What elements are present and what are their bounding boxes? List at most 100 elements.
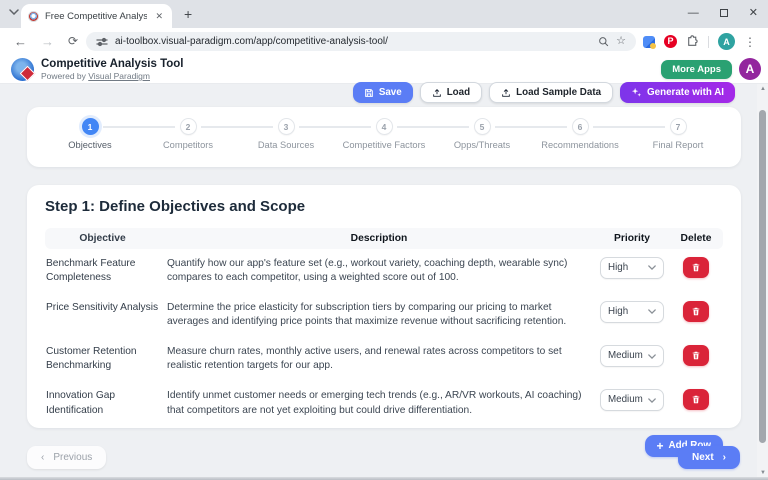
chevron-down-icon xyxy=(648,398,656,403)
pinterest-extension-icon[interactable]: P xyxy=(664,35,677,48)
column-header-description: Description xyxy=(163,228,595,249)
priority-value: High xyxy=(608,261,628,275)
plus-icon: + xyxy=(657,440,664,452)
step-label: Recommendations xyxy=(531,140,629,150)
browser-address-bar: ← → ⟳ ai-toolbox.visual-paradigm.com/app… xyxy=(0,28,768,55)
extensions-area: P A ⋮ xyxy=(643,32,756,51)
tab-search-chevron-icon[interactable] xyxy=(9,9,19,15)
url-text: ai-toolbox.visual-paradigm.com/app/compe… xyxy=(115,36,388,47)
browser-tab[interactable]: Free Competitive Analysis Tool | ✕ xyxy=(21,4,172,28)
bookmark-star-icon[interactable]: ☆ xyxy=(616,36,626,47)
next-button[interactable]: Next › xyxy=(678,446,740,469)
objective-cell: Innovation Gap Identification xyxy=(45,381,163,425)
objectives-table: Objective Description Priority Delete Be… xyxy=(45,228,723,426)
load-label: Load xyxy=(447,87,470,98)
delete-row-button[interactable] xyxy=(683,389,709,410)
scrollbar-up-arrow[interactable]: ▲ xyxy=(760,86,766,92)
scrollbar-down-arrow[interactable]: ▼ xyxy=(760,470,766,476)
priority-select[interactable]: High xyxy=(600,301,664,323)
load-sample-data-label: Load Sample Data xyxy=(516,87,601,98)
column-header-delete: Delete xyxy=(669,228,723,249)
description-cell: Quantify how our app's feature set (e.g.… xyxy=(163,249,595,293)
tab-favicon-icon xyxy=(28,11,39,22)
browser-profile-avatar[interactable]: A xyxy=(718,33,735,50)
tab-close-icon[interactable]: ✕ xyxy=(153,11,165,22)
stepper-step-competitors[interactable]: 2Competitors xyxy=(139,118,237,150)
stepper-step-data-sources[interactable]: 3Data Sources xyxy=(237,118,335,150)
site-settings-icon[interactable] xyxy=(96,37,108,47)
chevron-down-icon xyxy=(648,354,656,359)
app-header: Competitive Analysis Tool Powered by Vis… xyxy=(0,55,768,84)
step-label: Data Sources xyxy=(237,140,335,150)
objective-cell: Benchmark Feature Completeness xyxy=(45,249,163,293)
refresh-icon[interactable]: ⟳ xyxy=(68,34,78,48)
stepper-step-final-report[interactable]: 7 Final Report xyxy=(629,118,727,150)
window-controls: — ✕ xyxy=(688,4,758,22)
generate-with-ai-label: Generate with AI xyxy=(647,87,724,98)
load-button[interactable]: Load xyxy=(420,82,482,103)
priority-cell: High xyxy=(595,293,669,337)
chevron-right-icon: › xyxy=(723,452,726,463)
extensions-puzzle-icon[interactable] xyxy=(686,35,699,48)
table-row: Price Sensitivity AnalysisDetermine the … xyxy=(45,293,723,337)
stepper-step-objectives[interactable]: 1 Objectives xyxy=(41,118,139,150)
delete-cell xyxy=(669,381,723,425)
priority-value: Medium xyxy=(608,393,643,407)
step-label: Opps/Threats xyxy=(433,140,531,150)
forward-icon[interactable]: → xyxy=(41,34,54,49)
step-label: Final Report xyxy=(629,140,727,150)
priority-select[interactable]: High xyxy=(600,257,664,279)
window-maximize-button[interactable] xyxy=(720,9,728,17)
stepper-step-recommendations[interactable]: 6 Recommendations xyxy=(531,118,629,150)
upload-icon xyxy=(501,88,511,98)
window-close-button[interactable]: ✕ xyxy=(749,4,758,22)
stepper: 1 Objectives2Competitors3Data Sources4Com… xyxy=(41,118,727,150)
user-avatar[interactable]: A xyxy=(739,58,761,80)
url-bar[interactable]: ai-toolbox.visual-paradigm.com/app/compe… xyxy=(86,32,636,51)
trash-icon xyxy=(691,394,701,405)
priority-value: Medium xyxy=(608,349,643,363)
delete-row-button[interactable] xyxy=(683,345,709,366)
powered-by: Powered by Visual Paradigm xyxy=(41,71,150,81)
scrollbar-thumb[interactable] xyxy=(759,110,766,443)
browser-menu-icon[interactable]: ⋮ xyxy=(744,35,756,49)
load-sample-data-button[interactable]: Load Sample Data xyxy=(489,82,613,103)
delete-row-button[interactable] xyxy=(683,301,709,322)
save-button[interactable]: Save xyxy=(353,82,413,103)
new-tab-button[interactable]: + xyxy=(184,6,192,22)
priority-select[interactable]: Medium xyxy=(600,389,664,411)
back-icon[interactable]: ← xyxy=(14,34,27,49)
column-header-priority: Priority xyxy=(595,228,669,249)
chevron-down-icon xyxy=(648,309,656,314)
table-row: Benchmark Feature CompletenessQuantify h… xyxy=(45,249,723,293)
previous-button[interactable]: ‹ Previous xyxy=(27,446,106,469)
visual-paradigm-link[interactable]: Visual Paradigm xyxy=(88,71,150,81)
step-number-badge: 1 xyxy=(82,118,99,135)
step-label: Objectives xyxy=(41,140,139,150)
drive-extension-icon[interactable] xyxy=(643,36,655,48)
more-apps-button[interactable]: More Apps xyxy=(661,60,732,79)
priority-value: High xyxy=(608,305,628,319)
objectives-table-body: Benchmark Feature CompletenessQuantify h… xyxy=(45,249,723,426)
app-logo-icon xyxy=(11,58,34,81)
delete-cell xyxy=(669,249,723,293)
step-number-badge: 7 xyxy=(670,118,687,135)
generate-with-ai-button[interactable]: Generate with AI xyxy=(620,82,735,103)
objective-cell: Price Sensitivity Analysis xyxy=(45,293,163,337)
window-minimize-button[interactable]: — xyxy=(688,4,699,22)
previous-label: Previous xyxy=(53,452,92,463)
column-header-objective: Objective xyxy=(45,228,163,249)
priority-select[interactable]: Medium xyxy=(600,345,664,367)
add-row-container: + Add Row xyxy=(45,435,723,457)
zoom-icon[interactable] xyxy=(598,36,609,47)
stepper-step-competitive-factors[interactable]: 4Competitive Factors xyxy=(335,118,433,150)
sparkles-icon xyxy=(631,87,642,98)
delete-row-button[interactable] xyxy=(683,257,709,278)
step-number-badge: 2 xyxy=(180,118,197,135)
priority-cell: Medium xyxy=(595,381,669,425)
step-number-badge: 6 xyxy=(572,118,589,135)
table-row: Innovation Gap IdentificationIdentify un… xyxy=(45,381,723,425)
stepper-step-opps-threats[interactable]: 5Opps/Threats xyxy=(433,118,531,150)
description-cell: Identify unmet customer needs or emergin… xyxy=(163,381,595,425)
trash-icon xyxy=(691,350,701,361)
